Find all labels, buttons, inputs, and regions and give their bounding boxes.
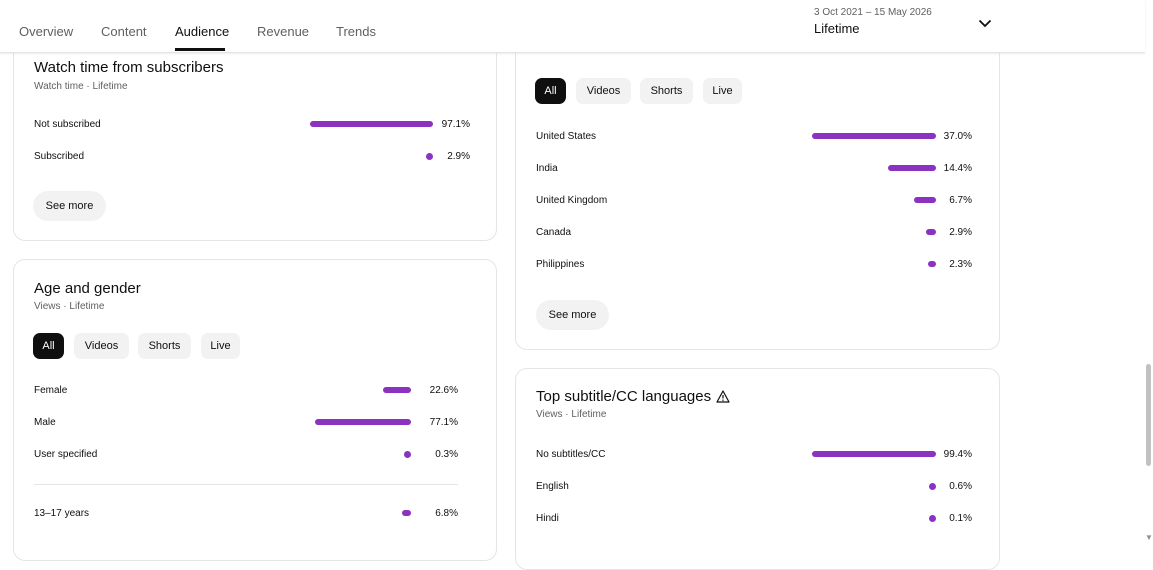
bar bbox=[315, 419, 411, 425]
row-value: 22.6% bbox=[429, 385, 458, 396]
row-value: 2.9% bbox=[949, 227, 972, 238]
active-tab-indicator bbox=[175, 48, 225, 51]
chip-all[interactable]: All bbox=[33, 333, 64, 359]
tab-trends[interactable]: Trends bbox=[336, 24, 376, 39]
period-label: Lifetime bbox=[814, 21, 860, 36]
bar bbox=[888, 165, 936, 171]
row-label: India bbox=[536, 163, 558, 174]
row-label: Female bbox=[34, 385, 68, 396]
see-more-button[interactable]: See more bbox=[536, 300, 609, 330]
chip-live[interactable]: Live bbox=[201, 333, 240, 359]
bar bbox=[404, 450, 411, 458]
row-label: Hindi bbox=[536, 513, 559, 524]
chip-videos[interactable]: Videos bbox=[74, 333, 129, 359]
row-value: 6.7% bbox=[949, 195, 972, 206]
bar bbox=[310, 121, 433, 127]
tab-content[interactable]: Content bbox=[101, 24, 147, 39]
row-value: 37.0% bbox=[943, 131, 972, 142]
see-more-button[interactable]: See more bbox=[33, 191, 106, 221]
row-label: English bbox=[536, 481, 569, 492]
bar bbox=[812, 133, 936, 139]
row-label: Subscribed bbox=[34, 151, 85, 162]
divider bbox=[34, 484, 458, 485]
scroll-down-arrow-icon[interactable]: ▼ bbox=[1145, 533, 1153, 542]
card-title: Top subtitle/CC languages bbox=[536, 388, 712, 405]
card-subtitle: Watch time · Lifetime bbox=[34, 81, 128, 92]
row-value: 14.4% bbox=[943, 163, 972, 174]
card-title: Watch time from subscribers bbox=[34, 59, 224, 76]
row-label: Philippines bbox=[536, 259, 585, 270]
chip-all[interactable]: All bbox=[535, 78, 566, 104]
subtitles-card: Top subtitle/CC languages Views · Lifeti… bbox=[515, 368, 1000, 570]
row-value: 77.1% bbox=[429, 417, 458, 428]
card-title: Age and gender bbox=[34, 280, 141, 297]
row-label: Canada bbox=[536, 227, 572, 238]
tab-overview[interactable]: Overview bbox=[19, 24, 73, 39]
chip-videos[interactable]: Videos bbox=[576, 78, 631, 104]
tab-audience[interactable]: Audience bbox=[175, 24, 229, 39]
row-value: 0.3% bbox=[435, 449, 458, 460]
scrollbar-thumb[interactable] bbox=[1146, 364, 1151, 466]
chip-shorts[interactable]: Shorts bbox=[138, 333, 191, 359]
date-range-text: 3 Oct 2021 – 15 May 2026 bbox=[814, 7, 932, 18]
row-label: No subtitles/CC bbox=[536, 449, 606, 460]
row-label: United States bbox=[536, 131, 597, 142]
warning-icon[interactable] bbox=[716, 390, 730, 403]
row-value: 97.1% bbox=[441, 119, 470, 130]
bar bbox=[402, 510, 411, 516]
row-value: 99.4% bbox=[943, 449, 972, 460]
chip-live[interactable]: Live bbox=[703, 78, 742, 104]
row-value: 0.6% bbox=[949, 481, 972, 492]
chip-shorts[interactable]: Shorts bbox=[640, 78, 693, 104]
row-label: United Kingdom bbox=[536, 195, 608, 206]
row-value: 2.3% bbox=[949, 259, 972, 270]
age-gender-card: Age and gender Views · Lifetime All Vide… bbox=[13, 259, 497, 561]
bar bbox=[812, 451, 936, 457]
card-subtitle: Views · Lifetime bbox=[34, 301, 105, 312]
chevron-down-icon[interactable] bbox=[976, 14, 994, 32]
analytics-header: Overview Content Audience Revenue Trends… bbox=[0, 0, 1145, 53]
bar bbox=[383, 387, 411, 393]
row-value: 6.8% bbox=[435, 508, 458, 519]
row-value: 2.9% bbox=[447, 151, 470, 162]
tab-revenue[interactable]: Revenue bbox=[257, 24, 309, 39]
row-label: Male bbox=[34, 417, 56, 428]
subscribers-card: Watch time from subscribers Watch time ·… bbox=[13, 20, 497, 241]
card-subtitle: Views · Lifetime bbox=[536, 409, 607, 420]
row-value: 0.1% bbox=[949, 513, 972, 524]
row-label: 13–17 years bbox=[34, 508, 90, 519]
row-label: User specified bbox=[34, 449, 98, 460]
row-label: Not subscribed bbox=[34, 119, 101, 130]
